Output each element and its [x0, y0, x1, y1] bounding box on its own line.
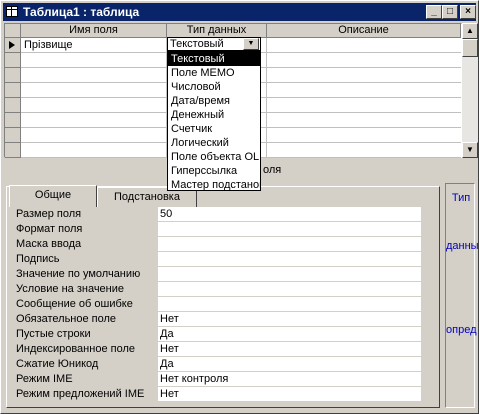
hint-word: Тип: [451, 192, 471, 204]
property-value-field[interactable]: Нет: [158, 342, 421, 357]
property-label: Условие на значение: [16, 283, 125, 295]
close-button[interactable]: ×: [460, 5, 476, 19]
header-description[interactable]: Описание: [267, 24, 461, 38]
property-value-field[interactable]: Нет: [158, 387, 421, 402]
property-label: Режим предложений IME: [16, 388, 145, 400]
field-properties-label: оля: [263, 164, 282, 176]
row-selector[interactable]: [5, 143, 21, 158]
property-label: Формат поля: [16, 223, 83, 235]
dropdown-option[interactable]: Гиперссылка: [168, 164, 260, 178]
property-label: Пустые строки: [16, 328, 91, 340]
dropdown-option[interactable]: Дата/время: [168, 94, 260, 108]
maximize-button[interactable]: □: [442, 5, 458, 19]
row-selector[interactable]: [5, 53, 21, 68]
property-label: Маска ввода: [16, 238, 82, 250]
tab-general[interactable]: Общие: [9, 185, 97, 207]
property-label: Обязательное поле: [16, 313, 117, 325]
dropdown-option[interactable]: Логический: [168, 136, 260, 150]
row-selector[interactable]: [5, 68, 21, 83]
header-field-name[interactable]: Имя поля: [21, 24, 167, 38]
property-label: Сообщение об ошибке: [16, 298, 133, 310]
hint-word: данных: [446, 240, 479, 252]
grid-vertical-scrollbar[interactable]: ▲ ▼: [462, 23, 478, 158]
grid-corner: [5, 24, 21, 38]
property-label: Значение по умолчанию: [16, 268, 141, 280]
minimize-button[interactable]: _: [426, 5, 442, 19]
property-value-field[interactable]: [158, 297, 421, 312]
dropdown-option[interactable]: Денежный: [168, 108, 260, 122]
property-value-field[interactable]: 50: [158, 207, 421, 222]
property-value-field[interactable]: [158, 222, 421, 237]
data-type-dropdown-list: Текстовый Поле МЕМО Числовой Дата/время Дене…: [167, 51, 261, 191]
title-bar[interactable]: Таблица1 : таблица _ □ ×: [3, 3, 476, 21]
property-label: Индексированное поле: [16, 343, 135, 355]
row-selector[interactable]: [5, 128, 21, 143]
scroll-up-arrow-icon[interactable]: ▲: [462, 23, 478, 39]
property-label: Сжатие Юникод: [16, 358, 99, 370]
property-value-field[interactable]: [158, 252, 421, 267]
dropdown-option[interactable]: Числовой: [168, 80, 260, 94]
row-selector[interactable]: [5, 113, 21, 128]
field-properties-panel: Размер поля 50 Формат поля Маска ввода Подпи…: [6, 186, 440, 408]
property-label: Подпись: [16, 253, 60, 265]
current-row-arrow-icon: [9, 41, 15, 49]
property-value-field[interactable]: [158, 237, 421, 252]
table-icon: [6, 6, 18, 17]
property-value-field[interactable]: Да: [158, 327, 421, 342]
dropdown-option[interactable]: Поле объекта OLE: [168, 150, 260, 164]
table-design-window: Таблица1 : таблица _ □ × Имя поля Тип да…: [0, 0, 479, 414]
scroll-thumb[interactable]: [462, 39, 478, 57]
row-selector[interactable]: [5, 83, 21, 98]
header-data-type[interactable]: Тип данных: [167, 24, 267, 38]
property-value-field[interactable]: Да: [158, 357, 421, 372]
dropdown-option[interactable]: Счетчик: [168, 122, 260, 136]
hint-word: опред: [446, 324, 477, 336]
scroll-down-arrow-icon[interactable]: ▼: [462, 142, 478, 158]
property-value-field[interactable]: Нет контроля: [158, 372, 421, 387]
row-selector[interactable]: [5, 38, 21, 53]
row-selector[interactable]: [5, 98, 21, 113]
dropdown-option[interactable]: Мастер подстановок: [168, 178, 260, 192]
property-label: Размер поля: [16, 208, 82, 220]
property-value-field[interactable]: Нет: [158, 312, 421, 327]
dropdown-option[interactable]: Поле МЕМО: [168, 66, 260, 80]
property-value-field[interactable]: [158, 267, 421, 282]
field-name-cell[interactable]: Прізвище: [24, 38, 73, 53]
dropdown-arrow-icon[interactable]: ▼: [243, 38, 259, 50]
property-value-field[interactable]: [158, 282, 421, 297]
hint-panel: Тип данных опред: [445, 183, 479, 408]
window-title: Таблица1 : таблица: [23, 5, 140, 19]
data-type-value: Текстовый: [170, 38, 224, 50]
property-label: Режим IME: [16, 373, 73, 385]
dropdown-option[interactable]: Текстовый: [168, 52, 260, 66]
